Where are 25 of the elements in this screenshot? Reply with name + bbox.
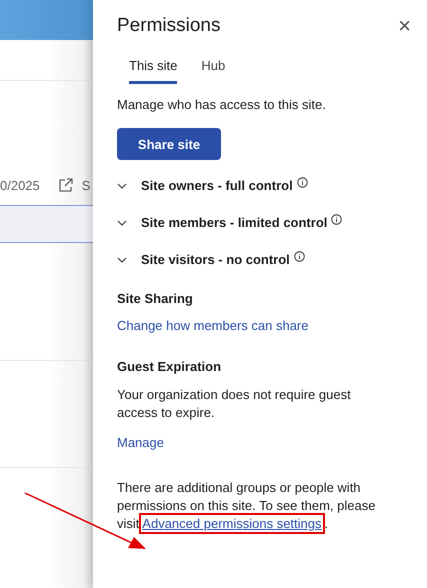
group-toggle[interactable]: Site owners - full control (141, 178, 293, 193)
tab[interactable]: This site (129, 54, 178, 84)
info-icon (331, 214, 342, 225)
info-icon (294, 251, 305, 262)
section-heading: Site Sharing (117, 291, 194, 306)
tab[interactable]: Hub (201, 54, 226, 84)
chevron-icon[interactable] (117, 256, 127, 262)
chevron-icon[interactable] (117, 220, 127, 226)
section-link[interactable]: Change how members can share (117, 318, 308, 333)
chevron-icon[interactable] (117, 182, 127, 188)
share-site-button[interactable]: Share site (117, 128, 221, 160)
footer-text: There are additional groups or people with permissions on this site. To see them, please visit Advanced permissions settings . (117, 479, 411, 533)
close-button[interactable]: × (398, 15, 411, 37)
share-icon[interactable] (58, 177, 74, 193)
share-text[interactable]: S (82, 178, 90, 192)
section-link[interactable]: Manage (117, 435, 164, 450)
intro-text: Manage who has access to this site. (117, 96, 327, 114)
info-icon (296, 177, 308, 188)
advanced-permissions-link[interactable]: Advanced permissions settings (142, 516, 322, 531)
panel-title: Permissions (117, 15, 220, 37)
group-toggle[interactable]: Site visitors - no control (141, 252, 290, 267)
section-heading: Guest Expiration (117, 359, 222, 374)
section-text: Your organization does not require guest access to expire. (117, 386, 352, 422)
group-toggle[interactable]: Site members - limited control (141, 215, 328, 230)
date-text: 0/2025 (0, 178, 40, 192)
